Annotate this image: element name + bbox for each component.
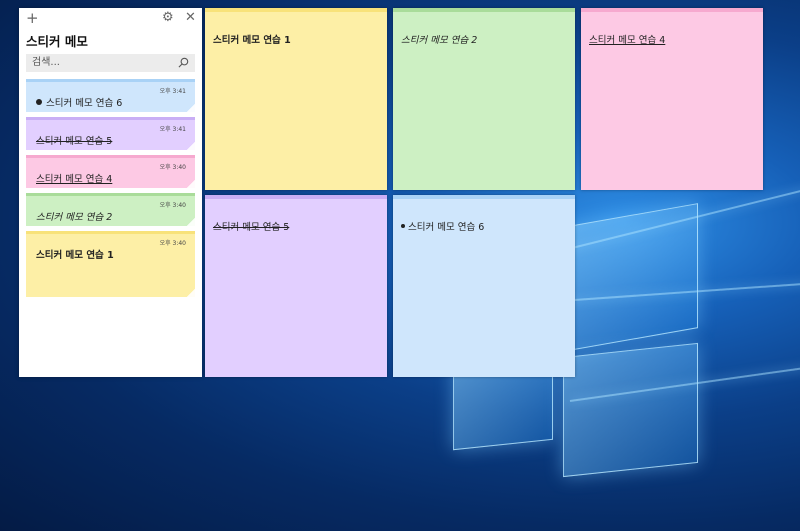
bullet-icon: [401, 224, 405, 228]
notes-list: 오후 3:41 스티커 메모 연습 6 오후 3:41 스티커 메모 연습 5 …: [19, 72, 202, 297]
note-card-text: 스티커 메모 연습 1: [36, 250, 114, 261]
fold-corner: [187, 142, 195, 150]
note-card-text: 스티커 메모 연습 2: [36, 212, 113, 223]
note-time: 오후 3:41: [159, 126, 186, 133]
note-text[interactable]: 스티커 메모 연습 5: [213, 222, 289, 233]
note-text[interactable]: 스티커 메모 연습 6: [408, 222, 484, 233]
note-time: 오후 3:40: [159, 202, 186, 209]
sticky-note-5[interactable]: 스티커 메모 연습 5: [205, 195, 387, 377]
note-titlebar[interactable]: [393, 195, 575, 199]
gear-icon[interactable]: ⚙: [162, 11, 174, 25]
note-card-text: 스티커 메모 연습 4: [36, 174, 113, 185]
page-title: 스티커 메모: [26, 34, 88, 49]
note-card-5[interactable]: 오후 3:41 스티커 메모 연습 5: [26, 117, 195, 150]
fold-corner: [187, 289, 195, 297]
sticky-notes-list-window: + ⚙ ✕ 스티커 메모 검색... 오후 3:41 스티커 메모 연습 6 오…: [19, 8, 202, 377]
note-card-2[interactable]: 오후 3:40 스티커 메모 연습 2: [26, 193, 195, 226]
search-icon[interactable]: [178, 57, 189, 68]
note-text[interactable]: 스티커 메모 연습 1: [213, 35, 291, 46]
note-titlebar[interactable]: [205, 195, 387, 199]
bullet-icon: [36, 99, 42, 105]
note-time: 오후 3:40: [159, 164, 186, 171]
note-card-1[interactable]: 오후 3:40 스티커 메모 연습 1: [26, 231, 195, 297]
note-card-text: 스티커 메모 연습 6: [46, 98, 123, 109]
light-beam: [559, 281, 800, 302]
note-card-6[interactable]: 오후 3:41 스티커 메모 연습 6: [26, 79, 195, 112]
search-placeholder: 검색...: [32, 57, 60, 68]
fold-corner: [187, 180, 195, 188]
note-titlebar[interactable]: [205, 8, 387, 12]
note-time: 오후 3:41: [159, 88, 186, 95]
fold-corner: [187, 104, 195, 112]
note-card-text: 스티커 메모 연습 5: [36, 136, 113, 147]
sticky-note-4[interactable]: 스티커 메모 연습 4: [581, 8, 763, 190]
plus-icon[interactable]: +: [26, 11, 39, 26]
sticky-note-2[interactable]: 스티커 메모 연습 2: [393, 8, 575, 190]
light-beam: [569, 366, 800, 402]
note-titlebar[interactable]: [393, 8, 575, 12]
light-beam: [559, 187, 800, 252]
note-time: 오후 3:40: [159, 240, 186, 247]
note-titlebar[interactable]: [581, 8, 763, 12]
list-titlebar: + ⚙ ✕: [19, 8, 202, 28]
search-input[interactable]: 검색...: [26, 54, 195, 72]
sticky-note-1[interactable]: 스티커 메모 연습 1: [205, 8, 387, 190]
fold-corner: [187, 218, 195, 226]
sticky-note-6[interactable]: 스티커 메모 연습 6: [393, 195, 575, 377]
note-text[interactable]: 스티커 메모 연습 2: [401, 35, 477, 46]
note-card-4[interactable]: 오후 3:40 스티커 메모 연습 4: [26, 155, 195, 188]
close-icon[interactable]: ✕: [185, 11, 196, 25]
note-text[interactable]: 스티커 메모 연습 4: [589, 35, 665, 46]
